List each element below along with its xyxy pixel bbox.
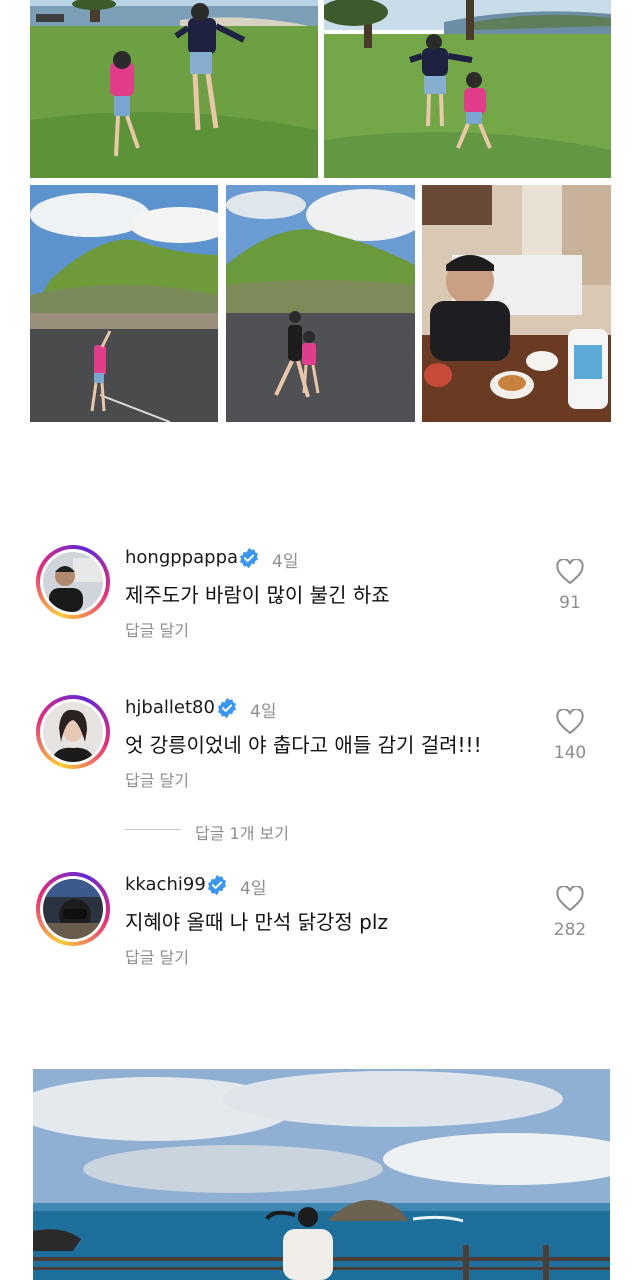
verified-badge-icon	[208, 874, 226, 896]
avatar-image	[43, 879, 103, 939]
photo-dinner[interactable]	[422, 185, 611, 422]
photo-mountain-2[interactable]	[226, 185, 415, 422]
avatar-image	[43, 702, 103, 762]
comment-text: 엇 강릉이었네 야 춥다고 애들 감기 걸려!!!	[125, 733, 482, 757]
divider-line	[125, 829, 181, 830]
like-count: 282	[553, 920, 587, 940]
avatar[interactable]	[36, 695, 110, 769]
comment-time: 4일	[240, 879, 267, 899]
comment-time: 4일	[272, 552, 299, 572]
photo-park-2[interactable]	[324, 0, 611, 178]
heart-icon[interactable]	[556, 709, 584, 735]
photo-ocean[interactable]	[33, 1069, 610, 1280]
comment-username[interactable]: hongppappa	[125, 547, 238, 568]
heart-icon[interactable]	[556, 886, 584, 912]
verified-badge-icon	[218, 697, 236, 719]
comment-username[interactable]: kkachi99	[125, 874, 206, 895]
comment-text: 제주도가 바람이 많이 불긴 하죠	[125, 583, 390, 607]
view-replies-label: 답글 1개 보기	[195, 824, 289, 843]
avatar-image	[43, 552, 103, 612]
comment: kkachi99 4일 지혜야 올때 나 만석 닭강정 plz 답글 달기 28…	[0, 872, 640, 982]
photo-park-1[interactable]	[30, 0, 318, 178]
avatar[interactable]	[36, 872, 110, 946]
comment-text: 지혜야 올때 나 만석 닭강정 plz	[125, 910, 388, 934]
reply-button[interactable]: 답글 달기	[125, 767, 189, 791]
like-count: 91	[559, 593, 581, 613]
reply-button[interactable]: 답글 달기	[125, 944, 189, 968]
photo-mountain-1[interactable]	[30, 185, 218, 422]
comment-time: 4일	[250, 702, 277, 722]
like-count: 140	[553, 743, 587, 763]
comment: hongppappa 4일 제주도가 바람이 많이 불긴 하죠 답글 달기 91	[0, 545, 640, 655]
heart-icon[interactable]	[556, 559, 584, 585]
comment: hjballet80 4일 엇 강릉이었네 야 춥다고 애들 감기 걸려!!! …	[0, 695, 640, 805]
reply-button[interactable]: 답글 달기	[125, 617, 189, 641]
verified-badge-icon	[240, 547, 258, 569]
avatar[interactable]	[36, 545, 110, 619]
comment-username[interactable]: hjballet80	[125, 697, 215, 718]
